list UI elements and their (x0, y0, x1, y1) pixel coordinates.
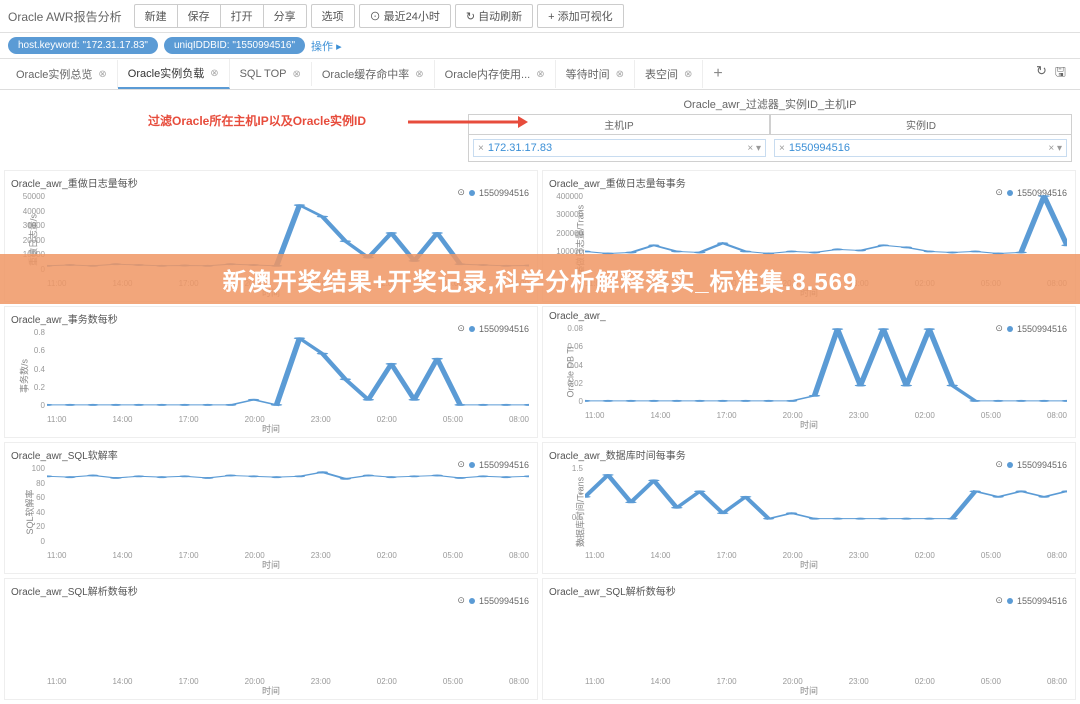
plot-area[interactable] (585, 600, 1067, 672)
open-button[interactable]: 打开 (220, 4, 264, 28)
chart-panel: Oracle_awr_SQL解析数每秒 ⊙1550994516 11:0014:… (542, 578, 1076, 700)
tab-tablespace[interactable]: 表空间 ⊗ (635, 60, 703, 88)
plot-area[interactable] (47, 600, 529, 672)
dropdown-icon[interactable]: × ▾ (1048, 143, 1062, 154)
chart-panel: Oracle_awr_数据库时间每事务 ⊙1550994516 数据库时间/Tr… (542, 442, 1076, 574)
tab-load[interactable]: Oracle实例负载 ⊗ (118, 59, 230, 89)
close-icon[interactable]: ⊗ (292, 69, 300, 80)
filter-panel: 过滤Oracle所在主机IP以及Oracle实例ID Oracle_awr_过滤… (8, 94, 1072, 162)
toolbar-right: ↻ 🖫 (1036, 63, 1074, 85)
plot-area[interactable] (47, 464, 529, 546)
tab-label: 表空间 (645, 66, 678, 82)
tab-wait[interactable]: 等待时间 ⊗ (556, 60, 635, 88)
autorefresh-button[interactable]: ↻ 自动刷新 (455, 4, 533, 28)
tab-cache[interactable]: Oracle缓存命中率 ⊗ (312, 60, 435, 88)
filter-bar: host.keyword: "172.31.17.83" uniqIDDBID:… (0, 33, 1080, 59)
timerange-button[interactable]: ⊙ 最近24小时 (359, 4, 451, 28)
save-button[interactable]: 保存 (177, 4, 221, 28)
chart-panel: Oracle_awr_事务数每秒 ⊙1550994516 事务数/s 0.80.… (4, 306, 538, 438)
plot-area[interactable] (585, 324, 1067, 406)
filter-pill-host[interactable]: host.keyword: "172.31.17.83" (8, 37, 158, 54)
tab-label: Oracle实例总览 (16, 66, 92, 82)
y-axis-ticks (555, 600, 583, 672)
chart-title: Oracle_awr_SQL解析数每秒 (545, 581, 1073, 600)
instance-id-input-wrap: × × ▾ (774, 139, 1067, 157)
close-icon[interactable]: ⊗ (536, 69, 544, 80)
tab-bar: Oracle实例总览 ⊗ Oracle实例负载 ⊗ SQL TOP ⊗ Oracle缓… (0, 59, 1080, 90)
save-icon[interactable]: 🖫 (1055, 63, 1066, 85)
chart-title: Oracle_awr_SQL软解率 (7, 445, 535, 464)
chart-title: Oracle_awr_重做日志量每秒 (7, 173, 535, 192)
x-axis-ticks: 11:0014:0017:0020:0023:0002:0005:0008:00 (47, 415, 529, 424)
refresh-icon[interactable]: ↻ (1036, 63, 1047, 85)
plot-area[interactable] (47, 328, 529, 410)
close-icon[interactable]: ⊗ (98, 69, 106, 80)
chart-panel: Oracle_awr_SQL软解率 ⊙1550994516 SQL软解率 100… (4, 442, 538, 574)
chart-panel: Oracle_awr_SQL解析数每秒 ⊙1550994516 11:0014:… (4, 578, 538, 700)
chart-title: Oracle_awr_ (545, 309, 1073, 324)
close-icon[interactable]: ⊗ (684, 69, 692, 80)
y-axis-ticks: 100806040200 (17, 464, 45, 546)
y-axis-ticks: 0.80.60.40.20 (17, 328, 45, 410)
x-axis-ticks: 11:0014:0017:0020:0023:0002:0005:0008:00 (585, 411, 1067, 420)
filter-col2-label: 实例ID (770, 114, 1072, 134)
options-button[interactable]: 选项 (311, 4, 355, 28)
clear-icon[interactable]: × (478, 143, 484, 154)
chart-panel: Oracle_awr_ ⊙1550994516 Oracle DB Ti 0.0… (542, 306, 1076, 438)
arrow-icon (408, 114, 528, 130)
host-ip-input-wrap: × × ▾ (473, 139, 766, 157)
clear-icon[interactable]: × (779, 143, 785, 154)
tab-label: Oracle缓存命中率 (322, 66, 409, 82)
tab-label: SQL TOP (240, 68, 287, 80)
file-button-group: 新建 保存 打开 分享 (134, 4, 307, 28)
filter-panel-title: Oracle_awr_过滤器_实例ID_主机IP (468, 94, 1072, 114)
tab-overview[interactable]: Oracle实例总览 ⊗ (6, 60, 118, 88)
filter-pill-dbid[interactable]: uniqIDDBID: "1550994516" (164, 37, 305, 54)
charts-grid: Oracle_awr_重做日志量每秒 ⊙1550994516 重做日志量/s 5… (0, 166, 1080, 704)
share-button[interactable]: 分享 (263, 4, 307, 28)
close-icon[interactable]: ⊗ (210, 68, 218, 79)
tab-memory[interactable]: Oracle内存使用... ⊗ (435, 60, 556, 88)
chart-title: Oracle_awr_重做日志量每事务 (545, 173, 1073, 192)
add-tab-button[interactable]: + (703, 61, 732, 87)
tab-label: Oracle内存使用... (445, 66, 531, 82)
chart-title: Oracle_awr_SQL解析数每秒 (7, 581, 535, 600)
plot-area[interactable] (585, 464, 1067, 546)
x-axis-ticks: 11:0014:0017:0020:0023:0002:0005:0008:00 (585, 677, 1067, 686)
overlay-banner: 新澳开奖结果+开奖记录,科学分析解释落实_标准集.8.569 (0, 254, 1080, 304)
new-button[interactable]: 新建 (134, 4, 178, 28)
x-axis-ticks: 11:0014:0017:0020:0023:0002:0005:0008:00 (47, 677, 529, 686)
add-visualization-button[interactable]: + 添加可视化 (537, 4, 623, 28)
close-icon[interactable]: ⊗ (415, 69, 423, 80)
tab-sqltop[interactable]: SQL TOP ⊗ (230, 62, 312, 86)
instance-id-input[interactable] (789, 142, 1045, 154)
page-title: Oracle AWR报告分析 (8, 8, 122, 25)
host-ip-input[interactable] (488, 142, 744, 154)
tab-label: 等待时间 (566, 66, 610, 82)
y-axis-ticks: 1.510.50 (555, 464, 583, 546)
annotation-text: 过滤Oracle所在主机IP以及Oracle实例ID (148, 112, 366, 129)
dropdown-icon[interactable]: × ▾ (747, 143, 761, 154)
filter-action-link[interactable]: 操作 ▸ (311, 38, 342, 54)
chart-title: Oracle_awr_事务数每秒 (7, 309, 535, 328)
y-axis-ticks: 0.080.060.040.020 (555, 324, 583, 406)
top-toolbar: Oracle AWR报告分析 新建 保存 打开 分享 选项 ⊙ 最近24小时 ↻… (0, 0, 1080, 33)
close-icon[interactable]: ⊗ (616, 69, 624, 80)
chart-title: Oracle_awr_数据库时间每事务 (545, 445, 1073, 464)
y-axis-ticks (17, 600, 45, 672)
tab-label: Oracle实例负载 (128, 65, 204, 81)
